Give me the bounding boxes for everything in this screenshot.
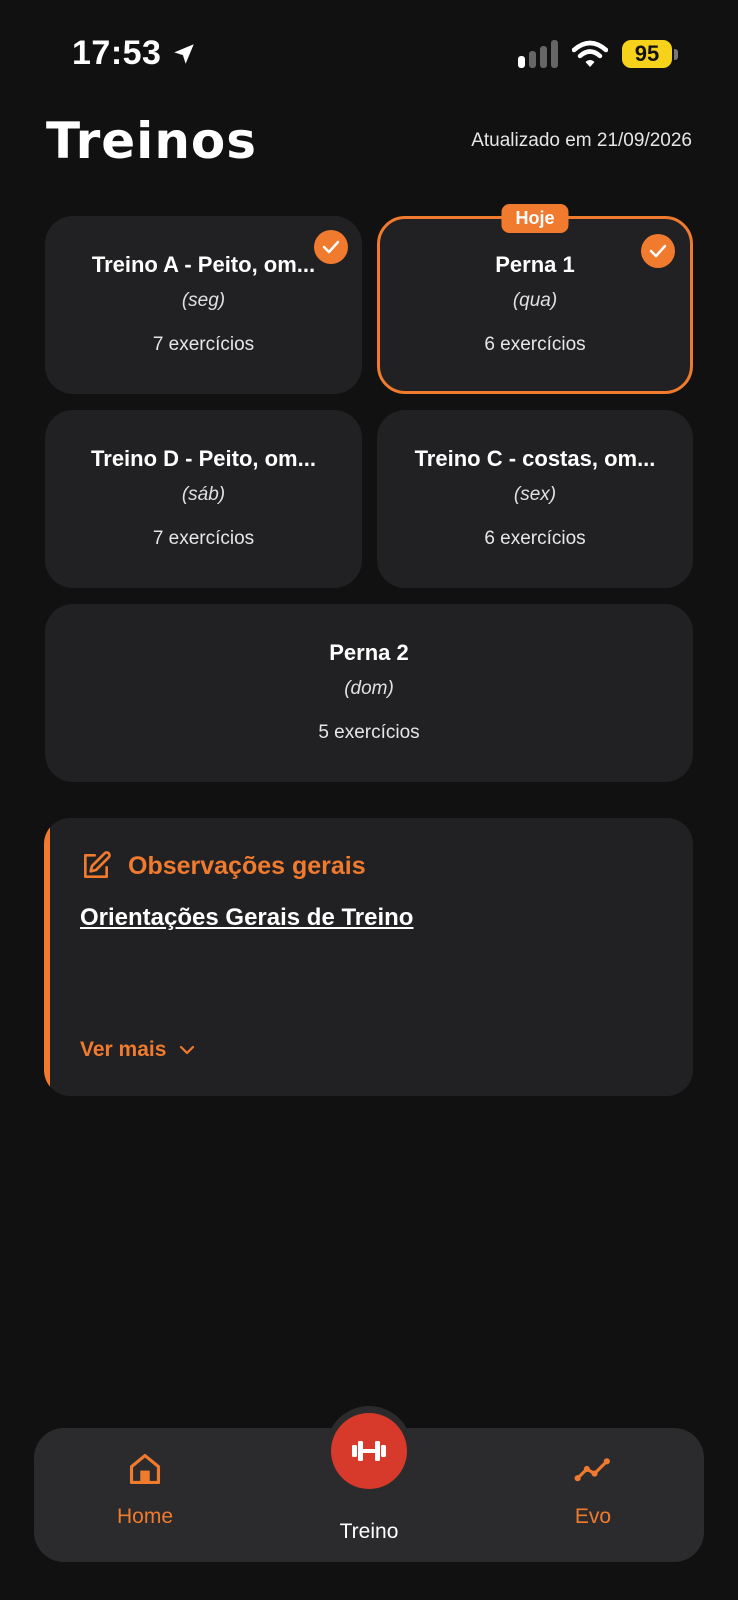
workout-exercise-count: 6 exercícios [484, 334, 586, 355]
battery-level: 95 [622, 40, 672, 68]
page-title: Treinos [46, 112, 258, 170]
workout-exercise-count: 7 exercícios [152, 334, 255, 355]
nav-home[interactable]: Home [65, 1450, 225, 1529]
home-icon [129, 1453, 161, 1485]
workout-exercise-count: 7 exercícios [152, 528, 255, 549]
check-icon [641, 234, 675, 268]
today-badge: Hoje [501, 204, 569, 233]
location-arrow-icon [174, 43, 195, 64]
workout-title: Treino C - costas, om... [414, 446, 656, 471]
nav-home-label: Home [116, 1505, 174, 1528]
workout-day: (sex) [513, 484, 557, 505]
wifi-icon [572, 40, 608, 67]
workout-day: (dom) [344, 678, 394, 699]
see-more-button[interactable]: Ver mais [80, 1038, 196, 1062]
observations-card: Observações gerais Orientações Gerais de… [44, 818, 693, 1096]
observations-title: Observações gerais [128, 851, 366, 880]
workout-exercise-count: 6 exercícios [484, 528, 586, 549]
workout-title: Treino D - Peito, om... [91, 446, 316, 471]
workout-card-perna-2[interactable]: Perna 2 (dom) 5 exercícios [45, 604, 693, 782]
battery-indicator: 95 [622, 40, 678, 68]
workout-card-c[interactable]: Treino C - costas, om... (sex) 6 exercíc… [377, 410, 693, 588]
workout-day: (sáb) [181, 484, 226, 505]
dumbbell-icon [352, 1441, 386, 1461]
workout-title: Perna 2 [329, 640, 409, 665]
check-icon [314, 230, 348, 264]
observations-accent-bar [44, 818, 50, 1096]
nav-treino-button[interactable] [331, 1413, 407, 1489]
clock-text: 17:53 [72, 34, 162, 72]
edit-note-icon [84, 851, 111, 878]
trend-chart-icon [574, 1458, 610, 1482]
status-icons: 95 [518, 40, 678, 68]
workout-card-perna-1[interactable]: Hoje Perna 1 (qua) 6 exercícios [377, 204, 693, 394]
battery-tip [674, 48, 678, 60]
nav-treino-label: Treino [339, 1520, 399, 1543]
workout-card-d[interactable]: Treino D - Peito, om... (sáb) 7 exercíci… [45, 410, 362, 588]
workout-day: (seg) [181, 290, 226, 311]
nav-evo[interactable]: Evo [513, 1450, 673, 1529]
workout-title: Treino A - Peito, om... [91, 252, 316, 277]
workout-exercise-count: 5 exercícios [318, 722, 420, 743]
general-guidelines-link[interactable]: Orientações Gerais de Treino [80, 904, 413, 932]
signal-icon [518, 40, 558, 68]
observations-header: Observações gerais [80, 850, 366, 882]
see-more-label: Ver mais [80, 1038, 167, 1061]
nav-evo-label: Evo [574, 1505, 612, 1528]
workout-title: Perna 1 [495, 252, 575, 277]
chevron-down-icon [180, 1045, 195, 1055]
updated-date: Atualizado em 21/09/2026 [471, 130, 692, 151]
status-time: 17:53 [72, 34, 197, 73]
workout-day: (qua) [512, 290, 558, 311]
workout-card-a[interactable]: Treino A - Peito, om... (seg) 7 exercíci… [45, 216, 362, 394]
status-bar: 17:53 95 [0, 0, 738, 100]
